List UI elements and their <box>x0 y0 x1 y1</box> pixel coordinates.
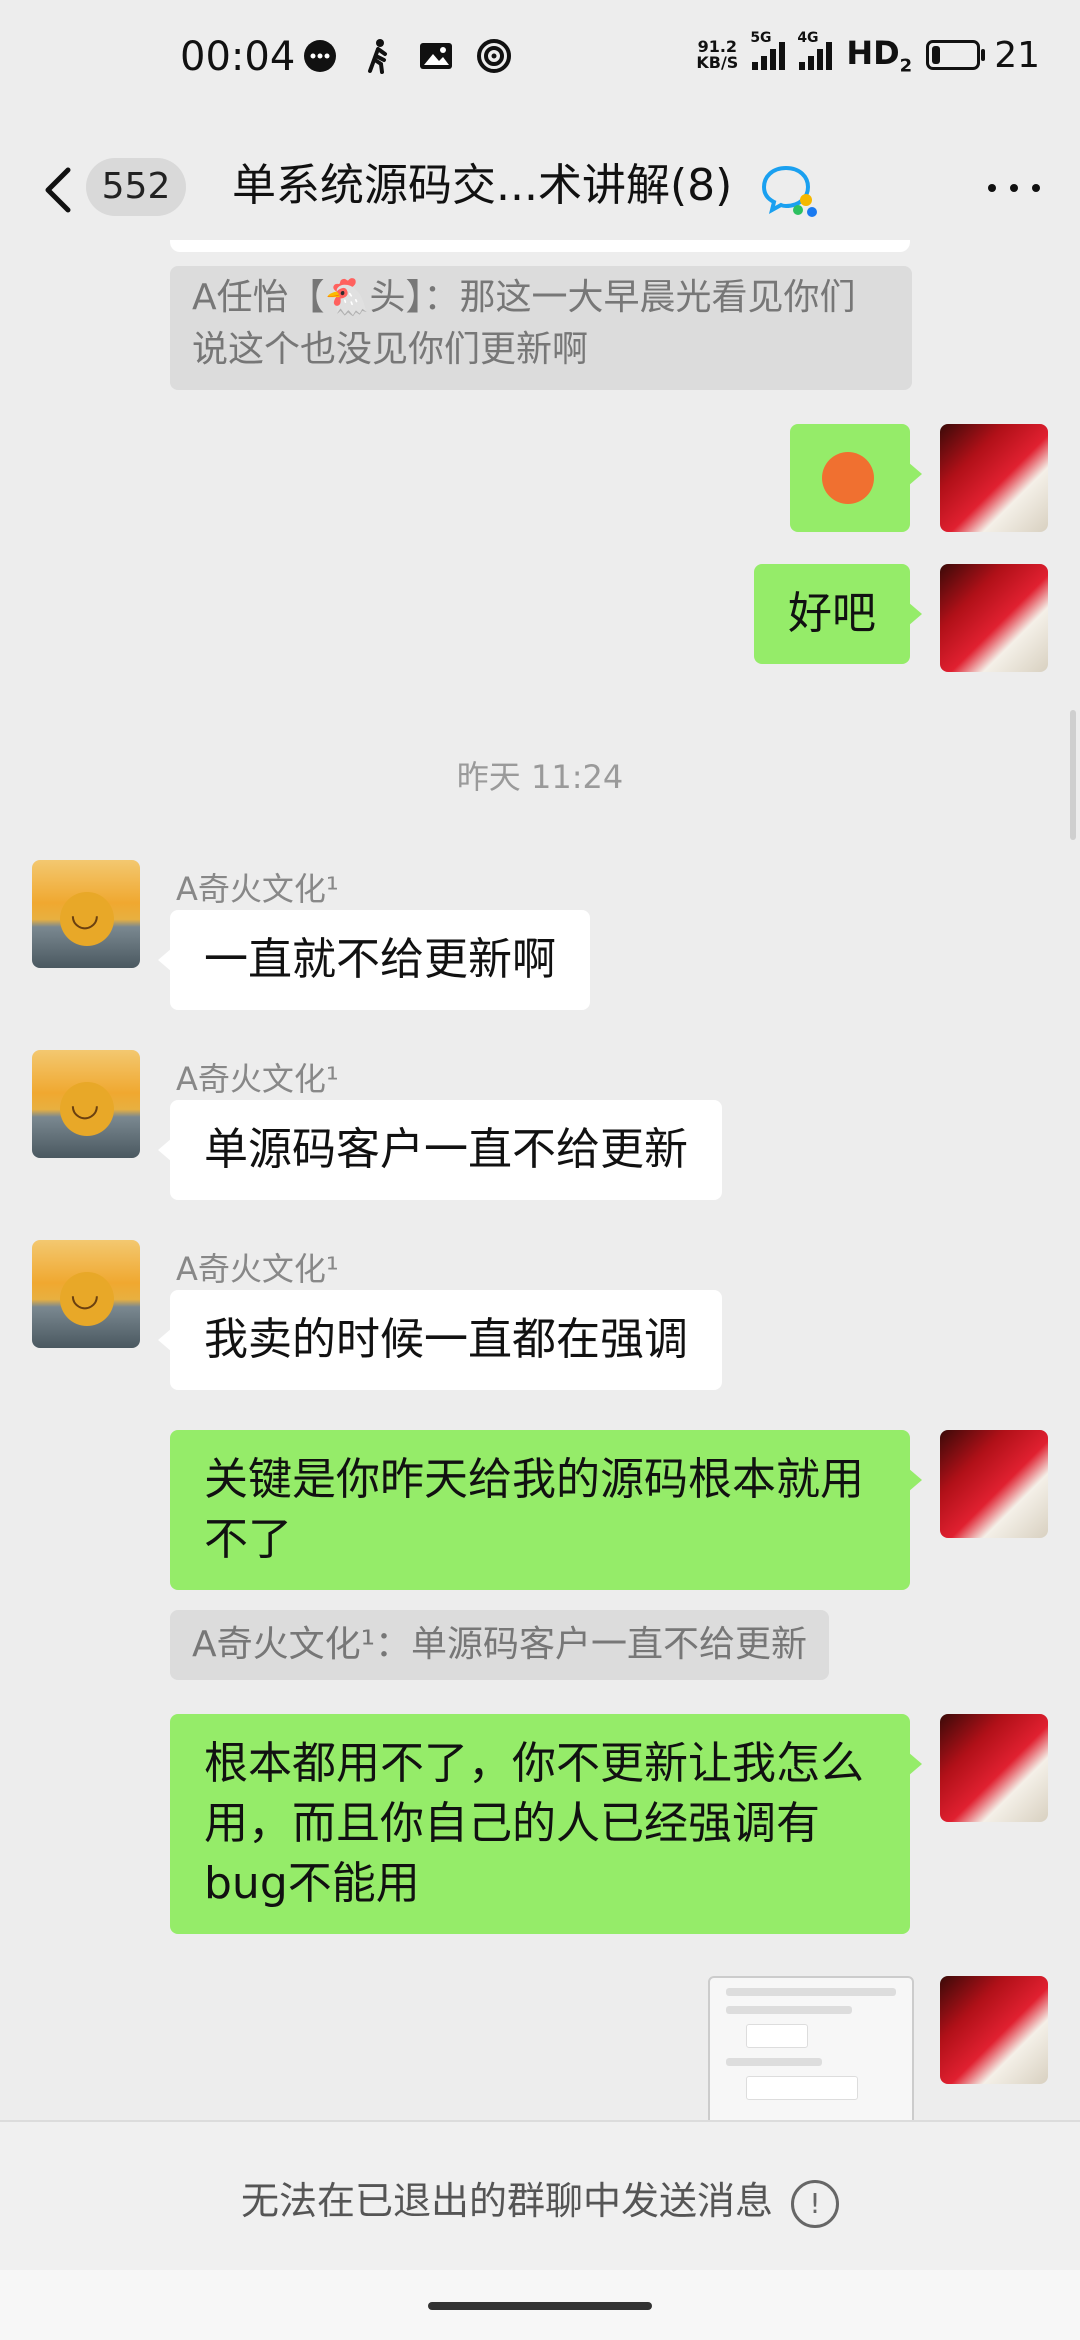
self-message-bubble[interactable]: 好吧 <box>754 564 922 664</box>
self-emoji-bubble[interactable] <box>790 424 922 532</box>
self-message-bubble[interactable]: 根本都用不了，你不更新让我怎么用，而且你自己的人已经强调有bug不能用 <box>170 1714 922 1934</box>
avatar[interactable] <box>940 1430 1048 1538</box>
sender-name: A奇火文化¹ <box>176 870 339 908</box>
back-arrow-icon[interactable] <box>38 160 78 220</box>
quoted-message[interactable]: A奇火文化¹：单源码客户一直不给更新 <box>170 1610 830 1680</box>
message-icon <box>304 40 336 72</box>
info-icon[interactable]: ! <box>791 2179 839 2228</box>
net-speed: 91.2 KB/S <box>696 39 738 71</box>
sweat-face-icon <box>822 452 874 504</box>
chat-header: 552 单系统源码交...术讲解(8) <box>0 130 1080 240</box>
avatar[interactable] <box>32 860 140 968</box>
image-icon <box>420 43 452 69</box>
status-time: 00:04 <box>180 34 296 80</box>
scrollbar[interactable] <box>1070 710 1076 840</box>
hd-label: HD <box>846 34 900 72</box>
walking-icon <box>368 39 387 74</box>
sender-name: A奇火文化¹ <box>176 1250 339 1288</box>
signal-4g-icon: 4G <box>797 30 833 71</box>
chat-title: 单系统源码交...术讲解(8) <box>232 160 733 211</box>
image-thumbnail[interactable] <box>708 1976 914 2120</box>
hotspot-icon <box>477 39 511 73</box>
smiley-icon <box>60 892 114 946</box>
self-message-bubble[interactable]: 关键是你昨天给我的源码根本就用不了 <box>170 1430 922 1590</box>
avatar[interactable] <box>32 1050 140 1158</box>
other-message-bubble[interactable]: 我卖的时候一直都在强调 <box>158 1290 722 1390</box>
battery-level: 21 <box>994 34 1040 76</box>
signal-5g-tag: 5G <box>750 30 772 47</box>
net-speed-unit: KB/S <box>696 53 739 73</box>
hd-sub-label: 2 <box>899 55 913 77</box>
group-chat-icon <box>761 165 817 217</box>
signal-5g-icon: 5G <box>750 30 786 71</box>
home-indicator[interactable] <box>428 2302 652 2310</box>
system-nav-bar <box>0 2270 1080 2340</box>
smiley-icon <box>60 1082 114 1136</box>
message-timestamp: 昨天 11:24 <box>456 758 624 796</box>
more-options-icon[interactable] <box>988 184 1040 192</box>
smiley-icon <box>60 1272 114 1326</box>
input-disabled-bar: 无法在已退出的群聊中发送消息! <box>0 2120 1080 2272</box>
status-notification-icons <box>302 38 512 74</box>
message-list[interactable]: A任怡【🐔头】：那这一大早晨光看见你们说这个也没见你们更新啊 好吧 昨天 11:… <box>0 240 1080 2120</box>
other-message-bubble[interactable]: 一直就不给更新啊 <box>158 910 590 1010</box>
cannot-send-text: 无法在已退出的群聊中发送消息 <box>240 2179 773 2223</box>
avatar[interactable] <box>940 1976 1048 2084</box>
other-message-bubble[interactable]: 单源码客户一直不给更新 <box>158 1100 722 1200</box>
status-right-icons: 91.2 KB/S 5G 4G HD2 21 <box>696 30 1040 76</box>
cannot-send-notice: 无法在已退出的群聊中发送消息! <box>0 2170 1080 2228</box>
avatar[interactable] <box>940 564 1048 672</box>
status-bar: 00:04 91.2 KB/S 5G 4G HD2 21 <box>0 0 1080 120</box>
avatar[interactable] <box>940 1714 1048 1822</box>
quoted-message[interactable]: A任怡【🐔头】：那这一大早晨光看见你们说这个也没见你们更新啊 <box>170 266 912 390</box>
signal-4g-tag: 4G <box>797 30 819 47</box>
avatar[interactable] <box>940 424 1048 532</box>
unread-count-badge[interactable]: 552 <box>86 158 186 216</box>
hd-icon: HD2 <box>846 34 912 76</box>
battery-icon <box>926 40 986 71</box>
avatar[interactable] <box>32 1240 140 1348</box>
sender-name: A奇火文化¹ <box>176 1060 339 1098</box>
previous-message-bubble <box>170 240 910 252</box>
